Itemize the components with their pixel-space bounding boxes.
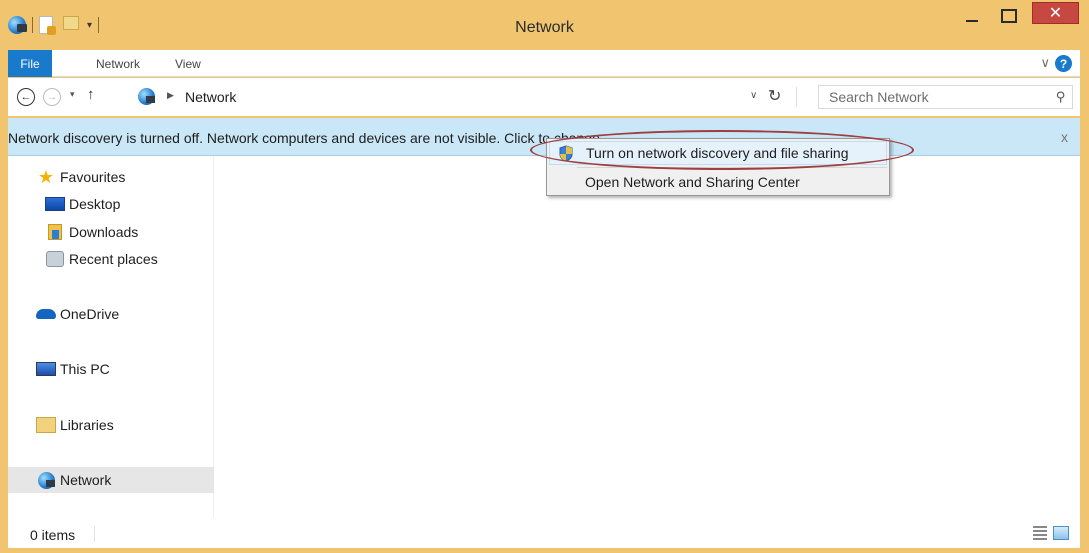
sidebar-item-network[interactable]: Network	[8, 467, 214, 493]
breadcrumb[interactable]: Network	[185, 89, 236, 105]
maximize-button[interactable]	[995, 0, 1023, 32]
star-icon: ★	[37, 167, 55, 187]
menu-separator	[577, 167, 887, 168]
expand-ribbon-icon[interactable]: ∨	[1040, 55, 1050, 71]
this-pc-icon	[36, 361, 56, 377]
window-title: Network	[515, 19, 574, 36]
sidebar-item-label: Libraries	[60, 417, 114, 433]
network-icon	[36, 471, 56, 489]
tab-file[interactable]: File	[8, 50, 52, 77]
tab-network[interactable]: Network	[96, 50, 140, 77]
close-icon[interactable]: x	[1061, 129, 1068, 145]
breadcrumb-chevron-icon[interactable]: ▶	[167, 90, 174, 101]
forward-arrow-icon[interactable]: →	[43, 88, 61, 106]
divider	[94, 526, 95, 542]
search-placeholder: Search Network	[829, 89, 929, 105]
recent-places-icon	[45, 251, 65, 267]
title-bar[interactable]: ▾ Network ✕	[0, 0, 1089, 50]
shield-icon	[559, 145, 573, 162]
details-view-icon[interactable]	[1033, 526, 1047, 540]
sidebar-item-label: Recent places	[69, 251, 158, 267]
desktop-icon	[45, 196, 65, 212]
status-bar: 0 items	[8, 518, 1080, 548]
sidebar-item-favourites[interactable]: ★ Favourites	[8, 164, 214, 190]
menu-item-open-sharing-center[interactable]: Open Network and Sharing Center	[549, 170, 887, 194]
explorer-window: ▾ Network ✕ File Network View ∨ ? ← → ▾ …	[0, 0, 1089, 553]
onedrive-icon	[36, 306, 56, 322]
menu-item-turn-on-discovery[interactable]: Turn on network discovery and file shari…	[549, 141, 887, 165]
infobar-message[interactable]: Network discovery is turned off. Network…	[8, 130, 1048, 146]
sidebar-item-desktop[interactable]: Desktop	[8, 191, 214, 217]
libraries-icon	[36, 417, 56, 433]
address-row: ← → ▾ ↑ ▶ Network ∨ ↻ Search Network ⚲	[8, 78, 1080, 116]
tab-view[interactable]: View	[175, 50, 201, 77]
network-discovery-infobar[interactable]: Network discovery is turned off. Network…	[8, 118, 1080, 156]
divider	[796, 87, 797, 107]
menu-item-label: Turn on network discovery and file shari…	[586, 145, 849, 161]
network-icon	[138, 88, 155, 108]
sidebar-item-label: This PC	[60, 361, 110, 377]
search-input[interactable]: Search Network ⚲	[818, 85, 1073, 109]
sidebar-item-label: Desktop	[69, 196, 121, 212]
context-menu: Turn on network discovery and file shari…	[546, 138, 890, 196]
downloads-icon	[45, 224, 65, 240]
navigation-pane: ★ Favourites Desktop Downloads Recent pl…	[8, 156, 214, 518]
menu-item-label: Open Network and Sharing Center	[585, 174, 800, 190]
help-icon[interactable]: ?	[1055, 55, 1072, 72]
sidebar-item-onedrive[interactable]: OneDrive	[8, 301, 214, 327]
address-dropdown-icon[interactable]: ∨	[750, 90, 757, 101]
refresh-icon[interactable]: ↻	[768, 86, 781, 106]
sidebar-item-label: OneDrive	[60, 306, 120, 322]
sidebar-item-recent-places[interactable]: Recent places	[8, 246, 214, 272]
up-arrow-icon[interactable]: ↑	[87, 86, 95, 103]
recent-locations-icon[interactable]: ▾	[70, 89, 75, 100]
sidebar-item-this-pc[interactable]: This PC	[8, 356, 214, 382]
back-arrow-icon[interactable]: ←	[17, 88, 35, 106]
content-area: ★ Favourites Desktop Downloads Recent pl…	[8, 156, 1080, 518]
item-count: 0 items	[30, 527, 76, 543]
sidebar-item-label: Downloads	[69, 224, 139, 240]
sidebar-item-label: Network	[60, 472, 112, 488]
ribbon-tabs: File Network View ∨ ?	[8, 50, 1080, 77]
sidebar-item-label: Favourites	[60, 169, 126, 185]
file-list[interactable]	[215, 156, 1080, 518]
sidebar-item-libraries[interactable]: Libraries	[8, 412, 214, 438]
minimize-button[interactable]	[958, 0, 986, 32]
sidebar-item-downloads[interactable]: Downloads	[8, 219, 214, 245]
tiles-view-icon[interactable]	[1053, 526, 1069, 540]
close-button[interactable]: ✕	[1032, 2, 1079, 24]
search-icon[interactable]: ⚲	[1056, 89, 1066, 105]
